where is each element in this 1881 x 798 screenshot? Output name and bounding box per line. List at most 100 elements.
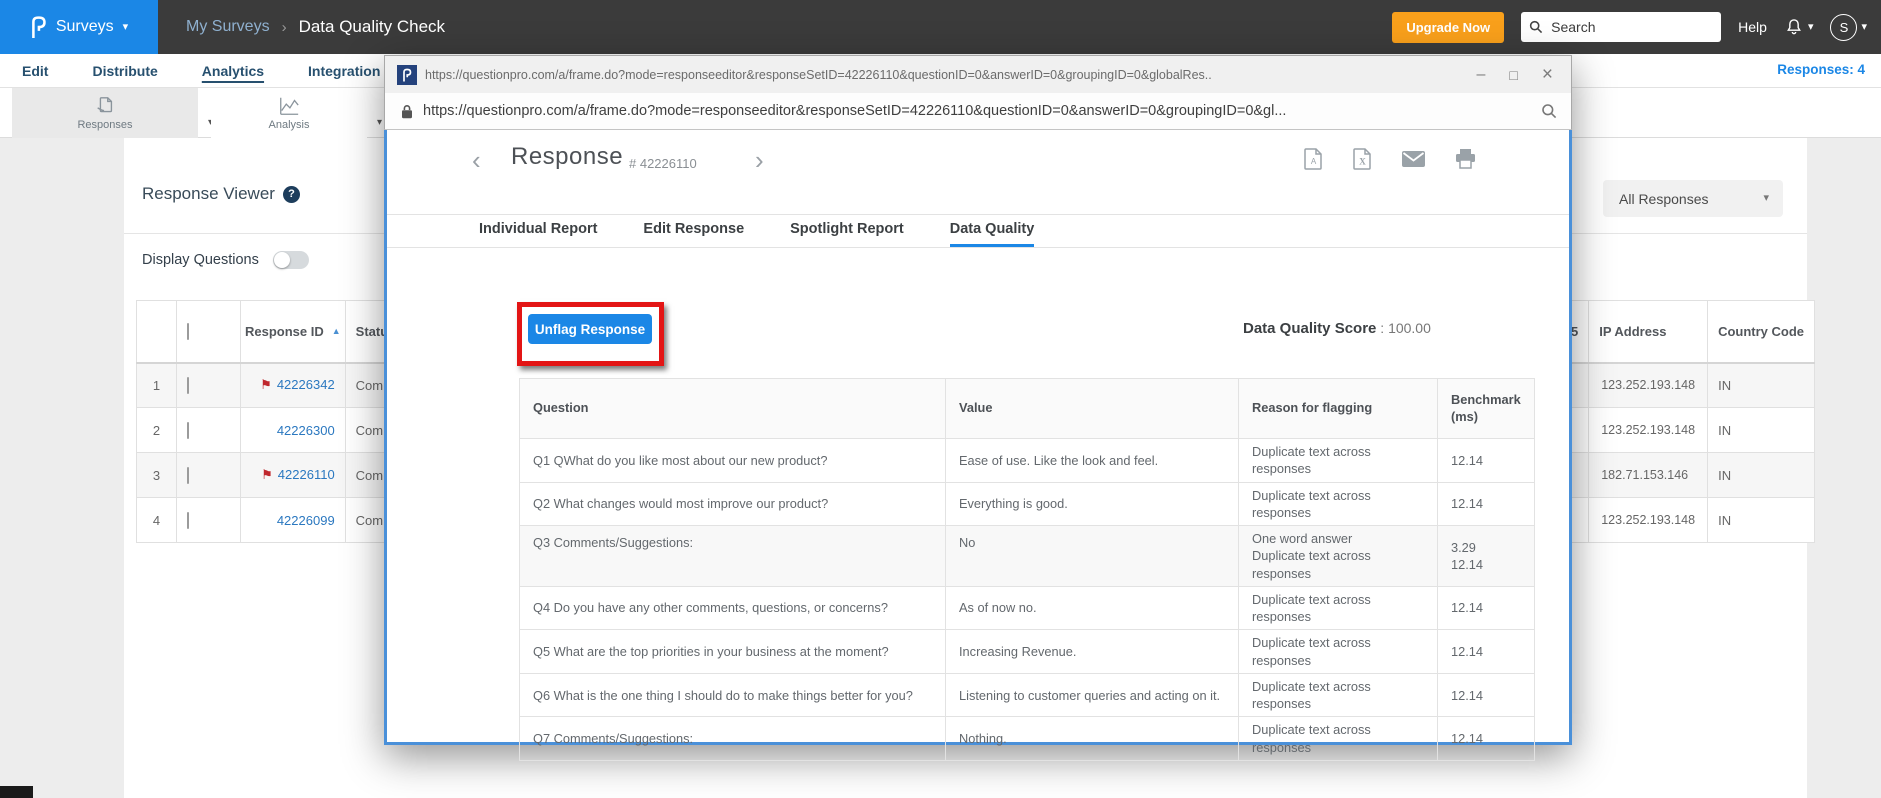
benchmark-cell: 12.14: [1437, 629, 1535, 674]
product-name: Surveys: [55, 18, 114, 35]
value-cell: Listening to customer queries and acting…: [945, 672, 1239, 718]
avatar: S: [1830, 13, 1858, 41]
row-checkbox[interactable]: [187, 421, 189, 439]
value-cell: No: [945, 525, 1239, 587]
breadcrumb-my-surveys[interactable]: My Surveys: [186, 18, 270, 36]
lock-icon: [401, 104, 413, 119]
close-button[interactable]: ×: [1542, 64, 1553, 86]
toolbar-responses-button[interactable]: Responses: [12, 88, 198, 138]
breadcrumb-survey-title: Data Quality Check: [298, 17, 446, 36]
questionpro-logo-icon: [30, 15, 47, 39]
global-search: [1521, 12, 1722, 42]
value-cell: As of now no.: [945, 585, 1239, 631]
svg-text:A: A: [1311, 157, 1317, 166]
question-cell: Q4 Do you have any other comments, quest…: [519, 585, 946, 631]
nav-integration[interactable]: Integration: [308, 63, 380, 79]
response-editor-body: ‹ Response # 42226110 › A X Individual R…: [384, 130, 1572, 761]
table-row: Q3 Comments/Suggestions: No One word ans…: [519, 525, 1535, 587]
table-header-row: Question Value Reason for flagging Bench…: [519, 378, 1535, 439]
ip-address-header[interactable]: IP Address: [1588, 300, 1709, 364]
bell-icon: [1784, 17, 1804, 37]
response-id-header[interactable]: Response ID ▲: [240, 300, 346, 364]
country-code-header[interactable]: Country Code: [1707, 300, 1816, 364]
maximize-button[interactable]: □: [1509, 67, 1517, 83]
notifications-menu[interactable]: ▾: [1784, 17, 1813, 37]
rownum-header: [136, 300, 177, 364]
checkbox-cell: [176, 407, 241, 453]
row-number: 1: [136, 362, 177, 408]
export-pdf-icon[interactable]: A: [1304, 148, 1323, 170]
toolbar-analysis-label: Analysis: [268, 119, 310, 131]
reason-header: Reason for flagging: [1238, 378, 1438, 439]
page-title: Response Viewer ?: [142, 184, 300, 204]
email-icon[interactable]: [1402, 151, 1425, 167]
unflag-response-button[interactable]: Unflag Response: [528, 314, 652, 344]
reason-cell: Duplicate text across responses: [1238, 585, 1438, 631]
question-cell: Q6 What is the one thing I should do to …: [519, 672, 946, 718]
flag-icon: ⚑: [261, 467, 273, 482]
help-link[interactable]: Help: [1738, 19, 1767, 35]
row-checkbox[interactable]: [187, 511, 189, 529]
responses-table-right: 5 IP Address Country Code 123.252.193.14…: [1559, 300, 1816, 543]
tab-individual-report[interactable]: Individual Report: [479, 215, 597, 247]
minimize-button[interactable]: –: [1477, 66, 1486, 84]
tab-data-quality[interactable]: Data Quality: [949, 215, 1035, 247]
response-id-link[interactable]: 42226300: [277, 423, 335, 438]
row-checkbox[interactable]: [187, 466, 189, 484]
table-row: 182.71.153.146 IN: [1559, 452, 1816, 498]
question-header: Question: [519, 378, 946, 439]
ip-cell: 123.252.193.148: [1588, 407, 1709, 453]
window-titlebar[interactable]: https://questionpro.com/a/frame.do?mode=…: [384, 55, 1572, 93]
surveys-product-menu[interactable]: Surveys ▾: [0, 0, 158, 54]
table-row: 123.252.193.148 IN: [1559, 497, 1816, 543]
benchmark-cell: 12.14: [1437, 481, 1535, 527]
ip-cell: 123.252.193.148: [1588, 362, 1709, 408]
tab-spotlight-report[interactable]: Spotlight Report: [790, 215, 904, 247]
toolbar-analysis-button[interactable]: Analysis: [211, 88, 367, 138]
responses-doc-icon: [94, 95, 116, 117]
responses-count[interactable]: Responses: 4: [1777, 62, 1865, 77]
upgrade-now-button[interactable]: Upgrade Now: [1392, 11, 1505, 43]
question-cell: Q2 What changes would most improve our p…: [519, 481, 946, 527]
response-id-link[interactable]: 42226110: [278, 467, 335, 482]
nav-distribute[interactable]: Distribute: [92, 63, 157, 79]
response-id-cell: ⚑ 42226342: [240, 362, 346, 408]
all-responses-dropdown[interactable]: All Responses ▾: [1603, 180, 1783, 217]
zoom-page-icon[interactable]: [1541, 103, 1557, 119]
print-icon[interactable]: [1455, 149, 1476, 169]
value-cell: Nothing.: [945, 716, 1239, 761]
select-all-checkbox[interactable]: [187, 322, 189, 340]
response-id-link[interactable]: 42226099: [277, 513, 335, 528]
table-row: Q2 What changes would most improve our p…: [519, 481, 1535, 527]
address-bar: https://questionpro.com/a/frame.do?mode=…: [384, 93, 1572, 130]
data-quality-table: Question Value Reason for flagging Bench…: [519, 378, 1535, 761]
breadcrumb-separator-icon: ›: [281, 18, 287, 36]
flag-icon: ⚑: [260, 377, 272, 393]
window-title-url: https://questionpro.com/a/frame.do?mode=…: [425, 67, 1212, 82]
export-excel-icon[interactable]: X: [1353, 148, 1372, 170]
response-id-link[interactable]: 42226342: [277, 377, 335, 392]
table-row: Q6 What is the one thing I should do to …: [519, 672, 1535, 718]
table-row: 123.252.193.148 IN: [1559, 362, 1816, 408]
analysis-dropdown-caret[interactable]: ▾: [377, 117, 382, 128]
row-checkbox[interactable]: [187, 376, 189, 394]
value-cell: Increasing Revenue.: [945, 629, 1239, 674]
checkbox-cell: [176, 362, 241, 408]
response-id-cell: 42226300: [240, 407, 346, 453]
search-input[interactable]: [1549, 18, 1710, 36]
reason-cell: Duplicate text across responses: [1238, 481, 1438, 527]
ip-cell: 182.71.153.146: [1588, 452, 1709, 498]
nav-edit[interactable]: Edit: [22, 63, 48, 79]
nav-analytics[interactable]: Analytics: [202, 63, 264, 79]
tab-edit-response[interactable]: Edit Response: [643, 215, 744, 247]
question-cell: Q5 What are the top priorities in your b…: [519, 629, 946, 674]
account-menu[interactable]: S ▾: [1830, 13, 1867, 41]
table-row: Q1 QWhat do you like most about our new …: [519, 438, 1535, 483]
help-icon[interactable]: ?: [282, 185, 300, 203]
benchmark-cell: 3.29 12.14: [1437, 525, 1535, 587]
table-row: Q4 Do you have any other comments, quest…: [519, 585, 1535, 631]
window-controls: – □ ×: [1477, 64, 1553, 86]
next-response-button[interactable]: ›: [755, 147, 764, 173]
previous-response-button[interactable]: ‹: [472, 147, 481, 173]
display-questions-toggle[interactable]: [272, 251, 309, 269]
